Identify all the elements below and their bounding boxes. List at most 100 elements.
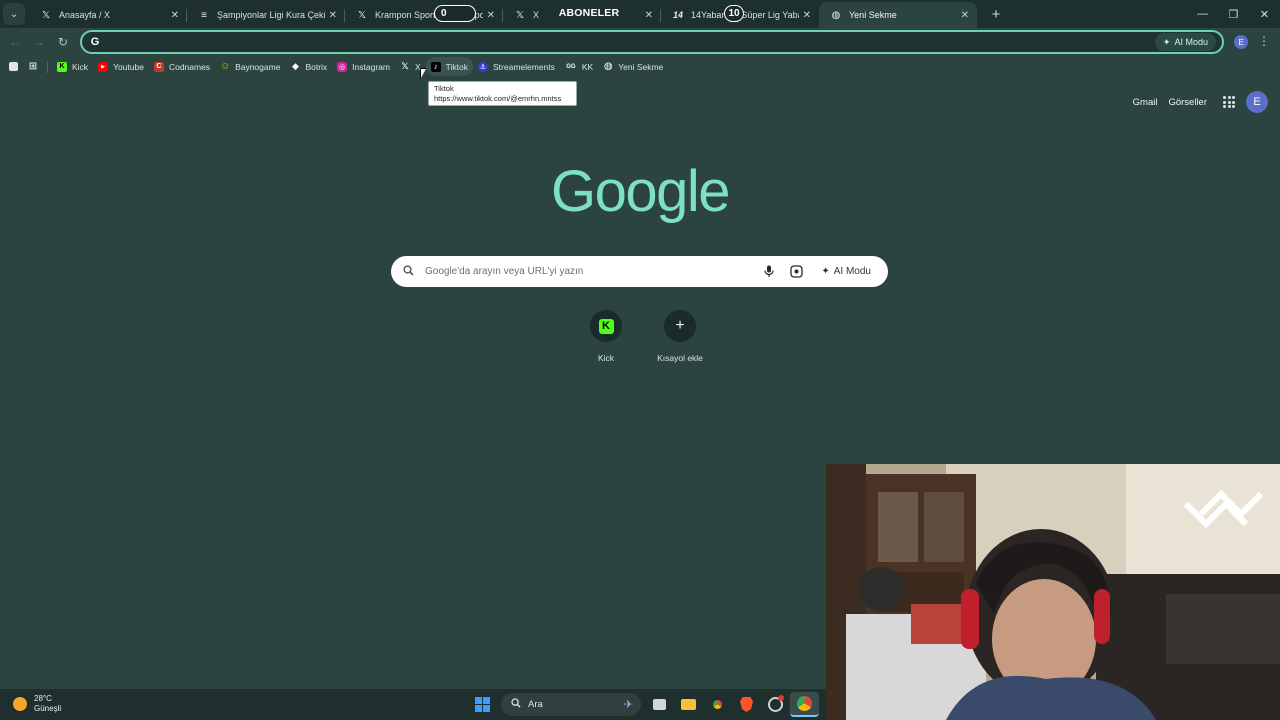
overlay-left-count: 0 (441, 8, 447, 19)
kick-icon: K (57, 61, 67, 72)
toolbar: ← → ↻ G ✦ AI Modu (0, 28, 1280, 56)
tab-krampon-sports[interactable]: 𝕏 Krampon Sports (@kramponSp ✕ (345, 2, 503, 28)
close-window-button[interactable]: ✕ (1249, 0, 1280, 28)
file-explorer-button[interactable] (674, 692, 703, 717)
shortcut-label: Kick (597, 353, 615, 363)
tab-title: Yeni Sekme (849, 10, 897, 20)
microphone-icon[interactable] (758, 261, 780, 283)
plus-icon: + (991, 5, 1001, 23)
x-logo-icon: 𝕏 (357, 9, 367, 21)
windows-logo-icon (475, 697, 490, 712)
bookmark-botrix[interactable]: ◆ Botrix (285, 57, 332, 76)
bookmark-label: Instagram (352, 61, 390, 72)
address-bar[interactable]: G ✦ AI Modu (80, 30, 1224, 54)
tab-yeni-sekme[interactable]: ◍ Yeni Sekme ✕ (819, 2, 977, 28)
globe-icon: ◍ (831, 9, 841, 21)
ntp-header: Gmail Görseller E (1133, 91, 1268, 113)
botrix-icon: ◆ (291, 61, 299, 71)
tab-sampiyonlar-ligi[interactable]: ≡ Şampiyonlar Ligi Kura Çekimi Sp ✕ (187, 2, 345, 28)
close-icon[interactable]: ✕ (961, 10, 969, 21)
ntp-search-input[interactable] (425, 266, 754, 277)
bookmark-codnames[interactable]: C Codnames (149, 57, 215, 76)
tooltip-url: https://www.tiktok.com/@emrhn.mntss (434, 94, 562, 103)
shortcut-add[interactable]: + Kısayol ekle (654, 310, 706, 363)
tab-title: Anasayfa / X (59, 10, 111, 20)
folder-icon (681, 699, 696, 710)
reload-button[interactable]: ↻ (51, 30, 75, 54)
new-tab-button[interactable]: + (983, 1, 1009, 27)
back-button[interactable]: ← (3, 30, 27, 54)
bookmarks-bar: ⊞ K Kick ▶ Youtube C Codnames ☺ Baynogame ◆ B… (0, 57, 1280, 76)
overlay-left-counter: 0 (434, 5, 476, 22)
bookmark-label: Botrix (305, 61, 328, 72)
ai-mode-button[interactable]: ✦ AI Modu (1154, 33, 1216, 51)
ntp-ai-mode-button[interactable]: ✦ AI Modu (813, 260, 879, 284)
bookmark-kick[interactable]: K Kick (52, 57, 93, 76)
chrome-active-button[interactable] (790, 692, 819, 717)
bookmark-page-icon[interactable] (4, 57, 23, 76)
browser-menu-button[interactable]: ⋮ (1257, 34, 1271, 50)
bookmark-label: Kick (72, 61, 89, 72)
apps-icon: ⊞ (28, 61, 38, 72)
profile-button[interactable]: E (1234, 35, 1248, 49)
address-input[interactable] (108, 35, 1155, 49)
bookmark-label: Yeni Sekme (618, 61, 664, 72)
weather-widget[interactable]: 28°C Güneşli (13, 694, 61, 714)
bookmark-yeni-sekme[interactable]: ◍ Yeni Sekme (598, 57, 668, 76)
minimize-button[interactable]: — (1187, 0, 1218, 28)
bookmark-kk[interactable]: GG KK (560, 57, 598, 76)
bookmark-tiktok[interactable]: ♪ Tiktok (425, 57, 473, 76)
close-icon[interactable]: ✕ (487, 10, 495, 21)
more-vertical-icon: ⋮ (1258, 34, 1270, 48)
bookmark-apps[interactable]: ⊞ (23, 57, 43, 76)
account-avatar[interactable]: E (1246, 91, 1268, 113)
arrow-right-icon: → (33, 35, 45, 49)
page-icon (9, 62, 18, 71)
chrome-icon (797, 696, 812, 711)
close-icon[interactable]: ✕ (329, 10, 337, 21)
chrome-icon (710, 697, 725, 712)
weather-text: 28°C Güneşli (34, 694, 61, 714)
tooltip-title: Tiktok (434, 84, 454, 93)
shortcuts-row: K Kick + Kısayol ekle (580, 310, 706, 363)
bookmark-streamelements[interactable]: ⚓ Streamelements (473, 57, 560, 76)
kick-icon: K (598, 318, 614, 334)
bookmark-label: KK (581, 61, 594, 72)
sparkle-search-icon: ✦ (1162, 36, 1171, 47)
ntp-ai-mode-label: AI Modu (833, 266, 871, 277)
brave-lion-icon (740, 697, 753, 712)
bookmark-instagram[interactable]: ◎ Instagram (332, 57, 395, 76)
close-icon[interactable]: ✕ (171, 10, 179, 21)
close-icon[interactable]: ✕ (803, 10, 811, 21)
bookmark-youtube[interactable]: ▶ Youtube (93, 57, 149, 76)
bookmark-label: Baynogame (235, 61, 281, 72)
chrome-button[interactable] (703, 692, 732, 717)
overlay-title: ABONELER (558, 7, 620, 19)
ntp-search-box[interactable]: ✦ AI Modu (391, 256, 888, 287)
close-icon[interactable]: ✕ (645, 10, 653, 21)
google-apps-icon[interactable] (1223, 96, 1235, 108)
tab-anasayfa-x[interactable]: 𝕏 Anasayfa / X ✕ (29, 2, 187, 28)
lens-camera-icon[interactable] (785, 261, 807, 283)
gmail-link[interactable]: Gmail (1133, 97, 1158, 108)
images-link[interactable]: Görseller (1168, 97, 1207, 108)
bookmarks-divider (47, 60, 48, 73)
shortcut-label: Kısayol ekle (657, 353, 703, 363)
sun-icon (13, 697, 27, 711)
tab-strip: ⌄ 𝕏 Anasayfa / X ✕ ≡ Şampiyonlar Ligi Ku… (0, 0, 1280, 28)
steam-button[interactable] (761, 692, 790, 717)
brave-button[interactable] (732, 692, 761, 717)
plus-icon: + (675, 317, 685, 334)
shortcut-kick[interactable]: K Kick (580, 310, 632, 363)
taskbar-search[interactable]: Ara ✈ (501, 693, 641, 716)
start-button[interactable] (468, 692, 497, 717)
mouse-cursor-icon (420, 68, 427, 79)
tab-search-button[interactable]: ⌄ (3, 3, 25, 25)
globe-icon: ◍ (603, 61, 613, 72)
bookmark-baynogame[interactable]: ☺ Baynogame (215, 57, 285, 76)
shortcut-tile: + (664, 310, 696, 342)
restore-button[interactable]: ❐ (1218, 0, 1249, 28)
forward-button[interactable]: → (27, 30, 51, 54)
task-view-button[interactable] (645, 692, 674, 717)
streamelements-icon: ⚓ (478, 61, 488, 72)
